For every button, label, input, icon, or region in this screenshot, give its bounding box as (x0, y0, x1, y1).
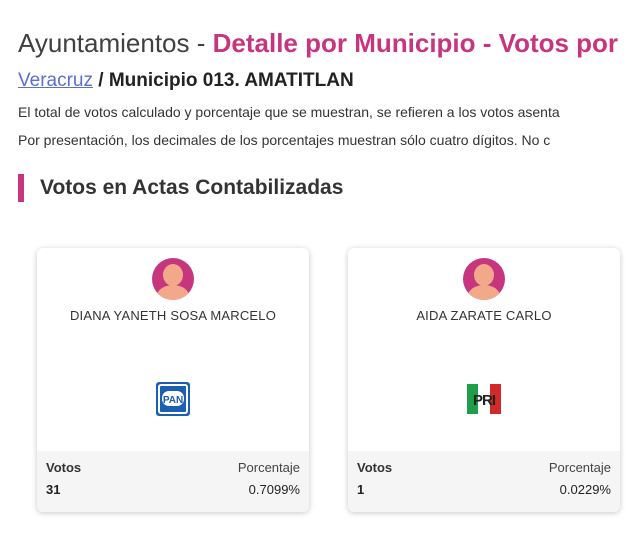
title-accent: Detalle por Municipio (212, 28, 476, 58)
breadcrumb: Veracruz / Municipio 013. AMATITLAN (18, 70, 354, 92)
candidate-name: DIANA YANETH SOSA MARCELO (69, 308, 277, 323)
breadcrumb-separator: / (92, 70, 109, 91)
note-decimals: Por presentación, los decimales de los p… (18, 132, 551, 148)
breadcrumb-state-link[interactable]: Veracruz (18, 70, 93, 91)
candidate-card: DIANA YANETH SOSA MARCELO PAN Votos Porc… (37, 248, 309, 512)
pan-logo-text: PAN (163, 395, 183, 406)
votes-value: 31 (46, 482, 61, 497)
votes-label: Votos (357, 460, 393, 475)
title-suffix: - Votos por (475, 28, 619, 58)
section-title: Votos en Actas Contabilizadas (40, 176, 344, 199)
breadcrumb-municipality: Municipio 013. AMATITLAN (108, 70, 354, 91)
page-title: Ayuntamientos - Detalle por Municipio - … (18, 28, 618, 59)
pri-logo-icon: PRI (467, 382, 501, 416)
percent-value: 0.7099% (248, 482, 300, 497)
section-header: Votos en Actas Contabilizadas (18, 173, 343, 203)
section-accent-bar (18, 174, 24, 202)
pri-logo-text: PRI (473, 392, 496, 409)
votes-label: Votos (46, 460, 82, 475)
title-prefix: Ayuntamientos - (18, 28, 213, 58)
pan-logo-icon: PAN (156, 382, 190, 416)
votes-value: 1 (357, 482, 365, 497)
percent-label: Porcentaje (548, 460, 611, 475)
candidate-avatar-icon (463, 258, 505, 300)
candidate-name: AIDA ZARATE CARLO (416, 308, 552, 323)
candidate-avatar-icon (152, 258, 194, 300)
card-footer: Votos Porcentaje 1 0.0229% (348, 451, 620, 512)
percent-label: Porcentaje (237, 460, 300, 475)
candidate-card: AIDA ZARATE CARLO PRI Votos Porcentaje 1… (348, 248, 620, 512)
card-footer: Votos Porcentaje 31 0.7099% (37, 451, 309, 512)
percent-value: 0.0229% (559, 482, 611, 497)
note-votes-total: El total de votos calculado y porcentaje… (18, 104, 560, 120)
